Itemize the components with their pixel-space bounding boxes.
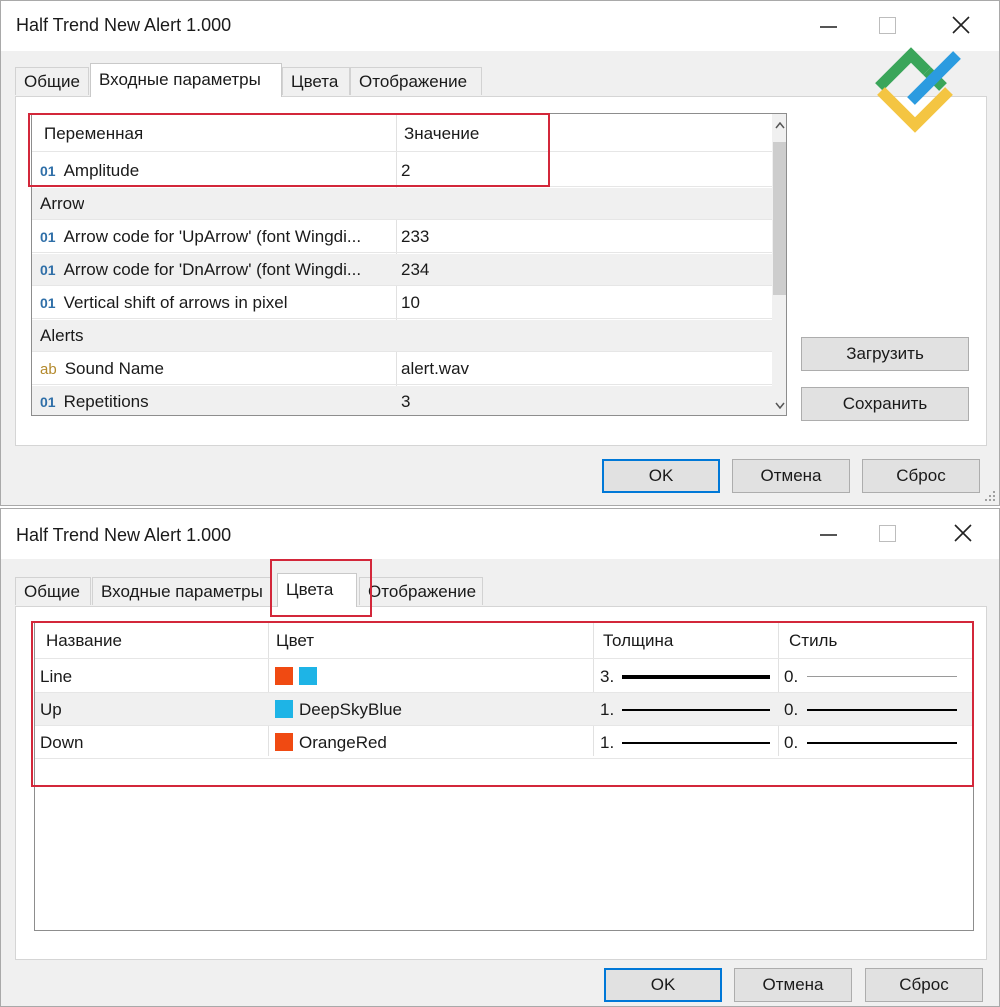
string-type-icon: ab <box>40 361 57 378</box>
width-preview-line <box>622 742 770 744</box>
tab-panel: Название Цвет Толщина Стиль Line 3. 0. U… <box>15 606 987 960</box>
tab-panel: Переменная Значение 01 Amplitude 2 Arrow … <box>15 96 987 446</box>
tab-colors[interactable]: Цвета <box>282 67 350 95</box>
close-button[interactable] <box>943 515 983 551</box>
table-row[interactable]: Up DeepSkyBlue 1. 0. <box>35 693 973 726</box>
integer-type-icon: 01 <box>40 394 56 410</box>
header-color[interactable]: Цвет <box>276 624 314 657</box>
tab-common[interactable]: Общие <box>15 67 89 95</box>
close-icon <box>954 524 972 542</box>
table-group-row[interactable]: Alerts <box>32 320 772 352</box>
table-row[interactable]: 01 Arrow code for 'DnArrow' (font Wingdi.… <box>32 254 772 286</box>
tab-colors[interactable]: Цвета <box>277 573 357 607</box>
style-preview-line <box>807 742 957 744</box>
close-button[interactable] <box>941 7 981 43</box>
style-preview-line <box>807 709 957 711</box>
color-swatch <box>275 732 293 751</box>
integer-type-icon: 01 <box>40 163 56 179</box>
reset-button[interactable]: Сброс <box>862 459 980 493</box>
load-button[interactable]: Загрузить <box>801 337 969 371</box>
tab-inputs[interactable]: Входные параметры <box>90 63 282 97</box>
style-preview-line <box>807 676 957 677</box>
style-select[interactable]: 0. <box>784 726 798 759</box>
colors-dialog: Half Trend New Alert 1.000 Общие Входные… <box>0 508 1000 1007</box>
table-row[interactable]: 01 Arrow code for 'UpArrow' (font Wingdi.… <box>32 221 772 253</box>
width-select[interactable]: 1. <box>600 693 614 726</box>
color-select[interactable]: OrangeRed <box>275 726 387 759</box>
style-select[interactable]: 0. <box>784 693 798 726</box>
cancel-button[interactable]: Отмена <box>734 968 852 1002</box>
reset-button[interactable]: Сброс <box>865 968 983 1002</box>
table-row[interactable]: 01 Amplitude 2 <box>32 155 772 187</box>
color-select[interactable]: DeepSkyBlue <box>275 693 402 726</box>
table-row[interactable]: 01 Repetitions 3 <box>32 386 772 415</box>
scroll-down-icon[interactable] <box>775 402 785 409</box>
width-select[interactable]: 1. <box>600 726 614 759</box>
table-row[interactable]: ab Sound Name alert.wav <box>32 353 772 385</box>
width-preview-line <box>622 675 770 679</box>
table-row[interactable]: Down OrangeRed 1. 0. <box>35 726 973 759</box>
color-swatches[interactable] <box>275 660 323 693</box>
brand-logo-icon <box>875 47 961 133</box>
table-group-row[interactable]: Arrow <box>32 188 772 220</box>
parameters-table: Переменная Значение 01 Amplitude 2 Arrow … <box>31 113 787 416</box>
header-width[interactable]: Толщина <box>603 624 673 657</box>
tab-inputs[interactable]: Входные параметры <box>92 577 272 605</box>
integer-type-icon: 01 <box>40 295 56 311</box>
header-style[interactable]: Стиль <box>789 624 837 657</box>
scroll-up-icon[interactable] <box>775 122 785 129</box>
table-header: Название Цвет Толщина Стиль <box>35 622 973 659</box>
integer-type-icon: 01 <box>40 229 56 245</box>
tab-display[interactable]: Отображение <box>359 577 483 605</box>
table-row[interactable]: Line 3. 0. <box>35 660 973 693</box>
header-name[interactable]: Название <box>46 624 122 657</box>
color-swatch <box>275 666 293 685</box>
dialog-title: Half Trend New Alert 1.000 <box>16 525 232 545</box>
vertical-scrollbar[interactable] <box>772 114 786 415</box>
ok-button[interactable]: OK <box>604 968 722 1002</box>
dialog-title: Half Trend New Alert 1.000 <box>16 15 232 35</box>
maximize-button[interactable] <box>867 515 907 551</box>
tab-common[interactable]: Общие <box>15 577 91 605</box>
color-swatch <box>275 699 293 718</box>
color-swatch <box>299 666 317 685</box>
title-bar[interactable]: Half Trend New Alert 1.000 <box>1 1 999 51</box>
style-select[interactable]: 0. <box>784 660 798 693</box>
width-select[interactable]: 3. <box>600 660 614 693</box>
colors-table: Название Цвет Толщина Стиль Line 3. 0. U… <box>34 621 974 931</box>
width-preview-line <box>622 709 770 711</box>
header-variable[interactable]: Переменная <box>44 118 143 150</box>
title-bar[interactable]: Half Trend New Alert 1.000 <box>1 509 999 559</box>
save-button[interactable]: Сохранить <box>801 387 969 421</box>
close-icon <box>952 16 970 34</box>
resize-grip-icon[interactable] <box>984 490 996 502</box>
cancel-button[interactable]: Отмена <box>732 459 850 493</box>
tab-display[interactable]: Отображение <box>350 67 482 95</box>
ok-button[interactable]: OK <box>602 459 720 493</box>
header-value[interactable]: Значение <box>404 118 479 150</box>
minimize-button[interactable] <box>809 7 849 43</box>
scrollbar-thumb[interactable] <box>773 142 786 295</box>
integer-type-icon: 01 <box>40 262 56 278</box>
minimize-button[interactable] <box>809 515 849 551</box>
input-parameters-dialog: Half Trend New Alert 1.000 Общие Входные… <box>0 0 1000 506</box>
maximize-button[interactable] <box>867 7 907 43</box>
table-header: Переменная Значение <box>32 114 772 152</box>
table-row[interactable]: 01 Vertical shift of arrows in pixel 10 <box>32 287 772 319</box>
